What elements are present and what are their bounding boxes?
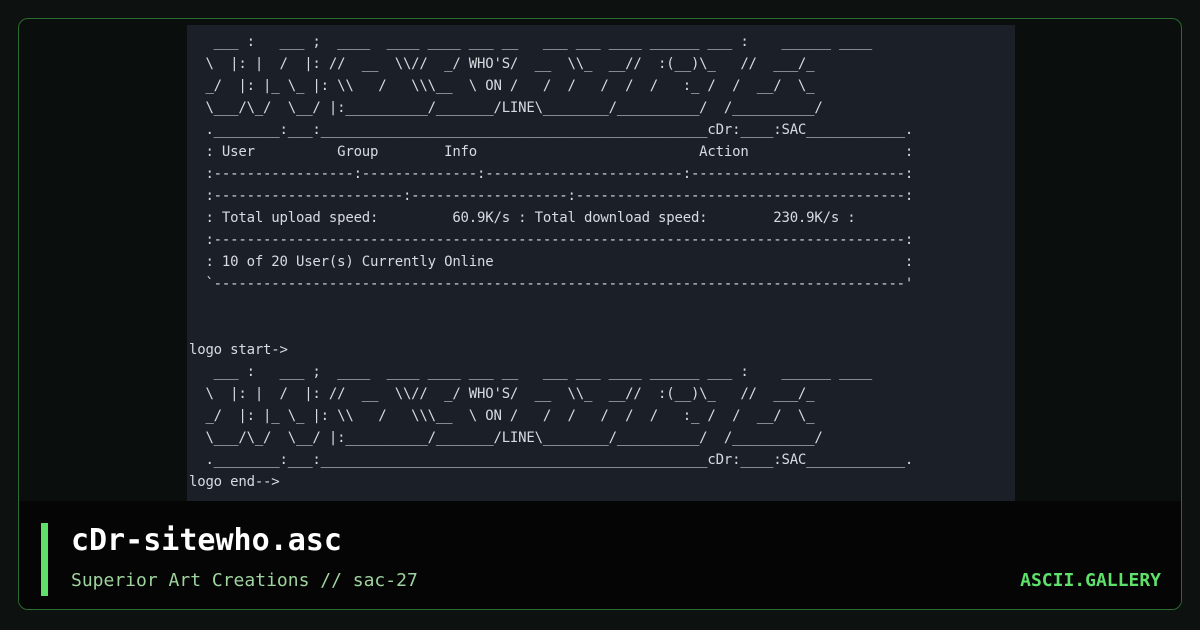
gallery-card: ___ : ___ ; ____ ____ ____ ___ __ ___ __… [18, 18, 1182, 610]
accent-bar [41, 523, 48, 596]
file-title: cDr-sitewho.asc [71, 523, 342, 558]
card-footer: cDr-sitewho.asc Superior Art Creations /… [19, 501, 1181, 609]
site-brand[interactable]: ASCII.GALLERY [1020, 569, 1161, 593]
ascii-art-text: ___ : ___ ; ____ ____ ____ ___ __ ___ __… [189, 34, 914, 490]
file-subtitle: Superior Art Creations // sac-27 [71, 570, 418, 591]
ascii-preview: ___ : ___ ; ____ ____ ____ ___ __ ___ __… [187, 25, 1015, 501]
